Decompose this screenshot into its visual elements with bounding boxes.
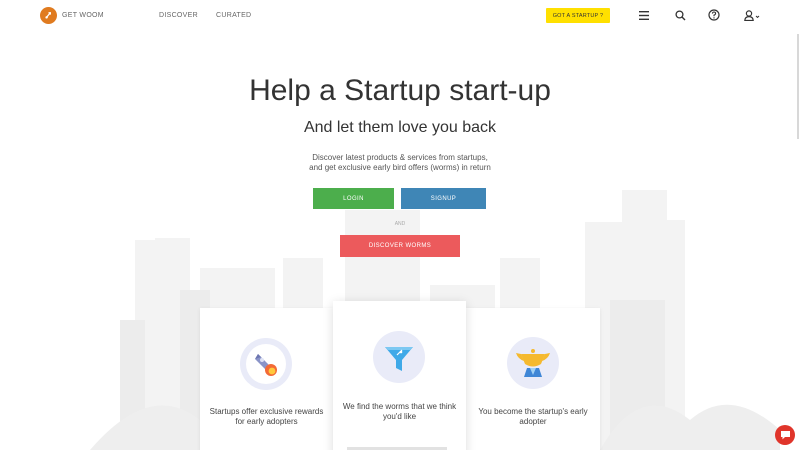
got-a-startup-button[interactable]: GOT A STARTUP ? — [546, 8, 610, 23]
card-text: You become the startup's early adopter — [478, 407, 588, 426]
menu-icon[interactable] — [637, 8, 651, 22]
hero-description-line-1: Discover latest products & services from… — [312, 153, 488, 162]
user-icon[interactable] — [743, 8, 761, 22]
login-button[interactable]: LOGIN — [313, 188, 394, 209]
trophy-icon — [507, 337, 559, 389]
search-icon[interactable] — [673, 8, 687, 22]
card-text: We find the worms that we think you'd li… — [342, 402, 457, 421]
discover-worms-button[interactable]: DISCOVER WORMS — [340, 235, 460, 257]
feature-card-find: We find the worms that we think you'd li… — [333, 301, 466, 450]
hero-description: Discover latest products & services from… — [0, 153, 800, 173]
help-icon[interactable] — [707, 8, 721, 22]
nav-curated[interactable]: CURATED — [216, 12, 251, 19]
signup-button[interactable]: SIGNUP — [401, 188, 486, 209]
rocket-icon — [240, 338, 292, 390]
funnel-icon — [373, 331, 425, 383]
hero-subtitle: And let them love you back — [303, 119, 497, 136]
feature-card-adopter: You become the startup's early adopter — [466, 308, 600, 450]
and-separator: AND — [394, 221, 406, 227]
feature-card-rewards: Startups offer exclusive rewards for ear… — [200, 308, 333, 450]
chat-bubble-icon[interactable] — [775, 425, 795, 445]
nav-discover[interactable]: DISCOVER — [159, 12, 198, 19]
hero-description-line-2: and get exclusive early bird offers (wor… — [309, 163, 491, 172]
page-title: Help a Startup start-up — [249, 74, 551, 107]
top-navigation: GET WOOM DISCOVER CURATED GOT A STARTUP … — [0, 0, 800, 32]
brand-name[interactable]: GET WOOM — [62, 12, 104, 19]
logo-icon[interactable] — [40, 7, 57, 24]
card-text: Startups offer exclusive rewards for ear… — [209, 407, 324, 426]
